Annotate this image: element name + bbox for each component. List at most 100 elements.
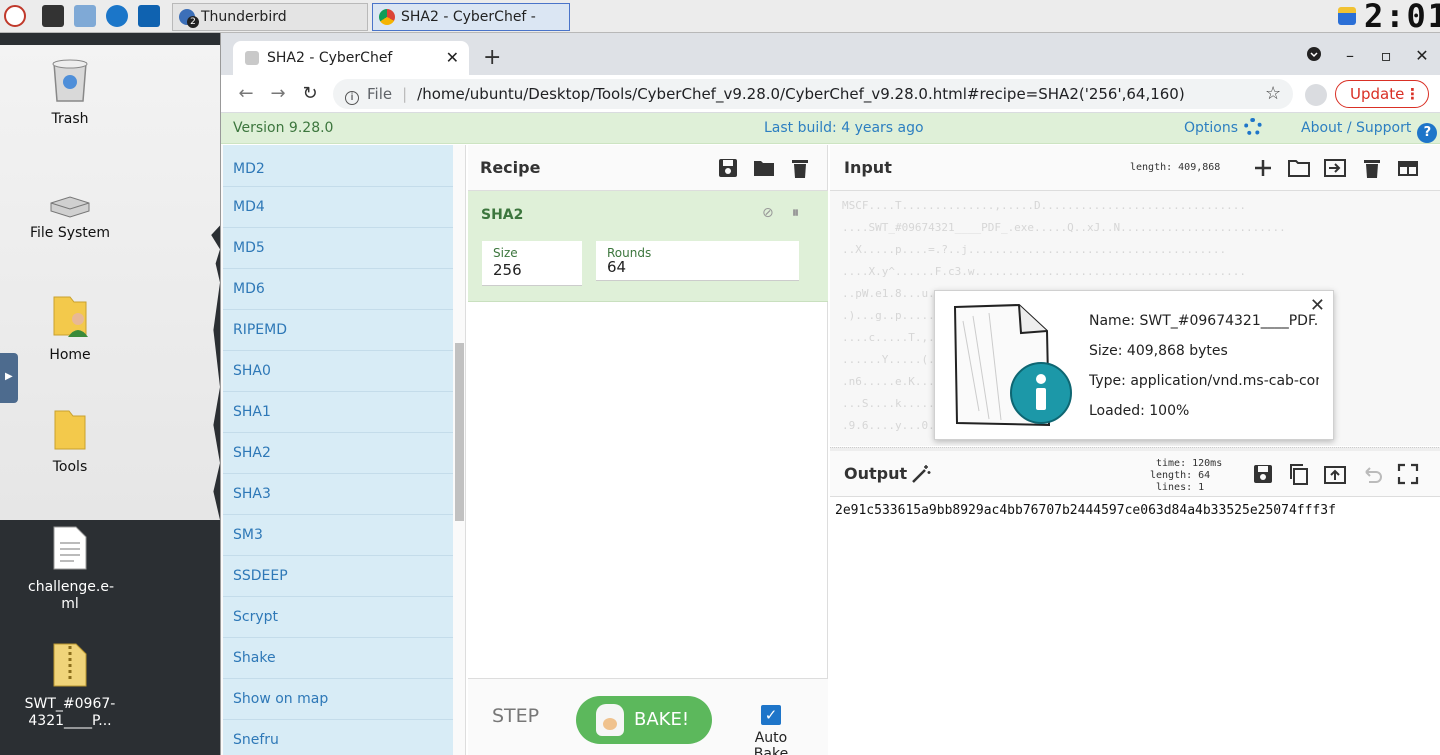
operation-item[interactable]: Show on map	[223, 679, 453, 720]
input-ghost-line: MSCF....T..............,.....D..........…	[842, 199, 1246, 212]
tab-strip: SHA2 - CyberChef ✕ + – ▫ ✕	[221, 33, 1440, 75]
add-input-icon[interactable]	[1252, 157, 1274, 179]
operation-item[interactable]: RIPEMD	[223, 310, 453, 351]
about-support-button[interactable]: About / Support?	[1301, 113, 1438, 144]
clear-recipe-icon[interactable]	[789, 157, 811, 179]
operation-item[interactable]: Snefru	[223, 720, 453, 755]
magic-wand-icon[interactable]	[910, 463, 932, 485]
load-recipe-icon[interactable]	[753, 157, 775, 179]
bookmark-star-icon[interactable]: ☆	[1265, 79, 1281, 109]
address-bar[interactable]: i File | /home/ubuntu/Desktop/Tools/CyberCh…	[333, 79, 1293, 109]
task-chrome-cyberchef[interactable]: SHA2 - CyberChef - Goo...	[372, 3, 570, 51]
operation-item[interactable]: SHA3	[223, 474, 453, 515]
desktop-icon-filesystem[interactable]: File System	[10, 193, 130, 242]
operation-item[interactable]: MD6	[223, 269, 453, 310]
tab-title: SHA2 - CyberChef	[267, 50, 393, 66]
size-field[interactable]: Size 256	[482, 241, 582, 286]
operations-list: MD2 MD4 MD5 MD6 RIPEMD SHA0 SHA1 SHA2 SH…	[221, 145, 466, 755]
clock[interactable]: 2:01	[1364, 0, 1440, 33]
operations-scrollbar[interactable]	[455, 343, 464, 521]
desktop-icon-label: Trash	[51, 111, 89, 127]
trash-icon	[52, 59, 88, 102]
undo-icon[interactable]	[1361, 463, 1383, 485]
network-tray-icon[interactable]	[1338, 7, 1356, 25]
desktop-icon-label: Tools	[52, 459, 88, 475]
operation-item[interactable]: SHA2	[223, 433, 453, 474]
breakpoint-icon[interactable]: ⏸	[792, 205, 799, 221]
input-ghost-line: ....X.y^......F.c3.w....................…	[842, 265, 1246, 278]
file-details-card: Name: SWT_#09674321____PDF... Size: 409,…	[934, 290, 1334, 440]
desktop-icon-trash[interactable]: Trash	[10, 57, 130, 128]
size-label: Size	[493, 246, 518, 260]
maximize-icon[interactable]: ▫	[1373, 43, 1399, 69]
window-close-icon[interactable]: ✕	[1409, 43, 1435, 69]
tab-close-icon[interactable]: ✕	[446, 41, 459, 75]
desktop-icon-home[interactable]: Home	[10, 293, 130, 364]
operation-item[interactable]: MD2	[223, 145, 453, 187]
options-button[interactable]: Options	[1184, 113, 1263, 144]
forward-icon[interactable]: →	[265, 81, 291, 107]
close-file-details-icon[interactable]: ✕	[1310, 295, 1325, 316]
archive-icon	[53, 643, 87, 687]
replace-input-icon[interactable]	[1324, 463, 1346, 485]
operation-item[interactable]: SHA1	[223, 392, 453, 433]
input-header: Input length: 409,868	[830, 145, 1440, 191]
url-text: /home/ubuntu/Desktop/Tools/CyberChef_v9.…	[417, 85, 1185, 103]
profile-avatar-icon[interactable]	[1305, 84, 1327, 106]
launcher-icon[interactable]	[4, 5, 26, 27]
input-textarea[interactable]: MSCF....T..............,.....D..........…	[830, 191, 1440, 446]
input-length: length: 409,868	[1130, 162, 1221, 173]
tab-search-icon[interactable]	[1301, 43, 1327, 69]
desktop-icon-challenge-eml[interactable]: challenge.e-ml	[10, 525, 130, 613]
task-thunderbird[interactable]: Thunderbird 2	[172, 3, 368, 31]
edge-icon[interactable]	[106, 5, 128, 27]
minimize-icon[interactable]: –	[1337, 43, 1363, 69]
save-recipe-icon[interactable]	[717, 157, 739, 179]
step-button[interactable]: STEP	[492, 705, 539, 727]
open-file-icon[interactable]	[1324, 157, 1346, 179]
output-lines: lines: 1	[1156, 482, 1205, 493]
input-title: Input	[844, 158, 892, 177]
desktop-icon-tools[interactable]: Tools	[10, 409, 130, 476]
copy-output-icon[interactable]	[1288, 463, 1310, 485]
operation-item[interactable]: SHA0	[223, 351, 453, 392]
new-tab-button[interactable]: +	[483, 43, 501, 73]
cyberchef-banner: Version 9.28.0 Last build: 4 years ago O…	[221, 113, 1440, 144]
drive-icon	[50, 196, 90, 218]
bake-label: BAKE!	[634, 709, 690, 730]
outlook-icon[interactable]	[138, 5, 160, 27]
operation-item[interactable]: SM3	[223, 515, 453, 556]
bake-controls: STEP BAKE! ✓ Auto Bake	[468, 678, 828, 755]
rounds-field[interactable]: Rounds 64	[596, 241, 799, 281]
operation-item[interactable]: Scrypt	[223, 597, 453, 638]
back-icon[interactable]: ←	[233, 81, 259, 107]
clear-input-icon[interactable]	[1361, 157, 1383, 179]
operation-item[interactable]: MD5	[223, 228, 453, 269]
last-build-link[interactable]: Last build: 4 years ago	[764, 113, 924, 144]
folder-icon	[54, 410, 86, 450]
operation-item[interactable]: SSDEEP	[223, 556, 453, 597]
site-info-icon[interactable]: i	[345, 91, 359, 105]
open-folder-icon[interactable]	[1288, 157, 1310, 179]
io-pane: Input length: 409,868 MSCF....T.........…	[830, 145, 1440, 755]
auto-bake-toggle[interactable]: ✓ Auto Bake	[736, 705, 806, 755]
desktop-icon-swt-archive[interactable]: SWT_#0967-4321____P...	[10, 642, 130, 730]
tab-cyberchef[interactable]: SHA2 - CyberChef ✕	[233, 41, 469, 75]
bake-button[interactable]: BAKE!	[576, 696, 712, 744]
document-icon	[53, 526, 87, 570]
operation-item[interactable]: Shake	[223, 638, 453, 679]
files-icon[interactable]	[74, 5, 96, 27]
panel-handle[interactable]: ▶	[0, 353, 18, 403]
save-output-icon[interactable]	[1252, 463, 1274, 485]
disable-operation-icon[interactable]: ⊘	[762, 205, 774, 221]
file-info-icon	[953, 303, 1072, 427]
output-text[interactable]: 2e91c533615a9bb8929ac4bb76707b2444597ce0…	[835, 503, 1336, 518]
recipe-operation-sha2[interactable]: SHA2 ⊘ ⏸ Size 256 Rounds 64	[468, 191, 828, 302]
reload-icon[interactable]: ↻	[297, 81, 323, 107]
maximize-output-icon[interactable]	[1397, 463, 1419, 485]
layout-icon[interactable]	[1397, 157, 1419, 179]
update-button[interactable]: Update ⋮	[1335, 80, 1429, 108]
desktop-icon-label: File System	[29, 225, 111, 241]
operation-item[interactable]: MD4	[223, 187, 453, 228]
terminal-icon[interactable]	[42, 5, 64, 27]
